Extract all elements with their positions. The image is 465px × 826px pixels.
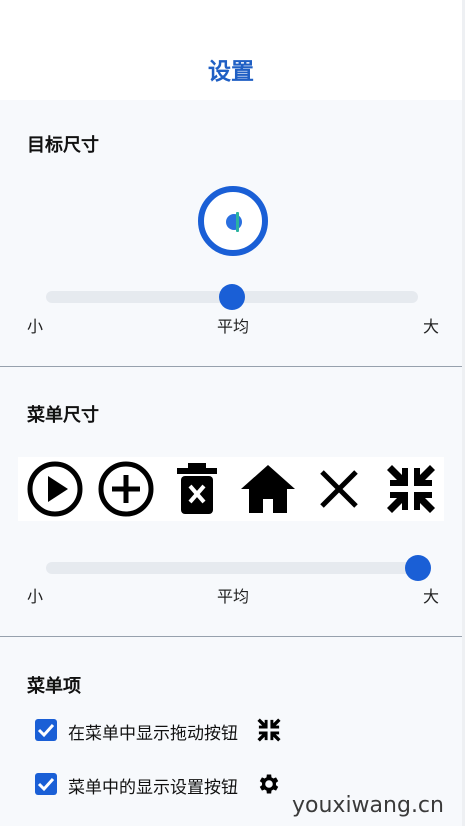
show-drag-button-checkbox[interactable]	[35, 719, 57, 741]
target-preview-icon	[198, 186, 268, 256]
home-icon	[237, 457, 299, 521]
menu-items-title: 菜单项	[27, 676, 81, 697]
delete-icon	[166, 457, 228, 521]
play-circle-icon	[24, 457, 86, 521]
show-settings-button-label[interactable]: 菜单中的显示设置按钮	[68, 773, 238, 798]
menu-size-title: 菜单尺寸	[27, 405, 99, 426]
add-circle-icon	[95, 457, 157, 521]
target-slider-min-label: 小	[27, 317, 44, 336]
target-center-dot	[226, 214, 242, 230]
menu-size-slider[interactable]	[46, 562, 418, 574]
target-size-title: 目标尺寸	[27, 135, 99, 156]
gear-icon	[259, 774, 279, 794]
section-divider	[0, 366, 462, 367]
watermark: youxiwang.cn	[292, 793, 444, 818]
target-slider-max-label: 大	[423, 317, 440, 336]
menu-slider-min-label: 小	[27, 587, 44, 606]
collapse-icon	[380, 457, 442, 521]
menu-icon-preview	[18, 457, 444, 521]
target-center-mark	[236, 212, 239, 232]
check-icon	[37, 777, 55, 792]
settings-panel: 设置 目标尺寸 小 平均 大 菜单尺寸 小 平均 大 菜单项 在菜单中显示拖动按…	[0, 0, 462, 826]
target-size-slider-thumb[interactable]	[219, 284, 245, 310]
check-icon	[37, 723, 55, 738]
collapse-icon	[257, 718, 281, 742]
page-title: 设置	[208, 59, 254, 85]
show-drag-button-label[interactable]: 在菜单中显示拖动按钮	[68, 719, 238, 744]
section-divider	[0, 636, 462, 637]
show-settings-button-checkbox[interactable]	[35, 773, 57, 795]
menu-slider-mid-label: 平均	[217, 587, 250, 606]
target-slider-mid-label: 平均	[217, 317, 250, 336]
header: 设置	[0, 0, 462, 100]
menu-slider-max-label: 大	[423, 587, 440, 606]
menu-size-slider-thumb[interactable]	[405, 555, 431, 581]
close-icon	[308, 457, 370, 521]
